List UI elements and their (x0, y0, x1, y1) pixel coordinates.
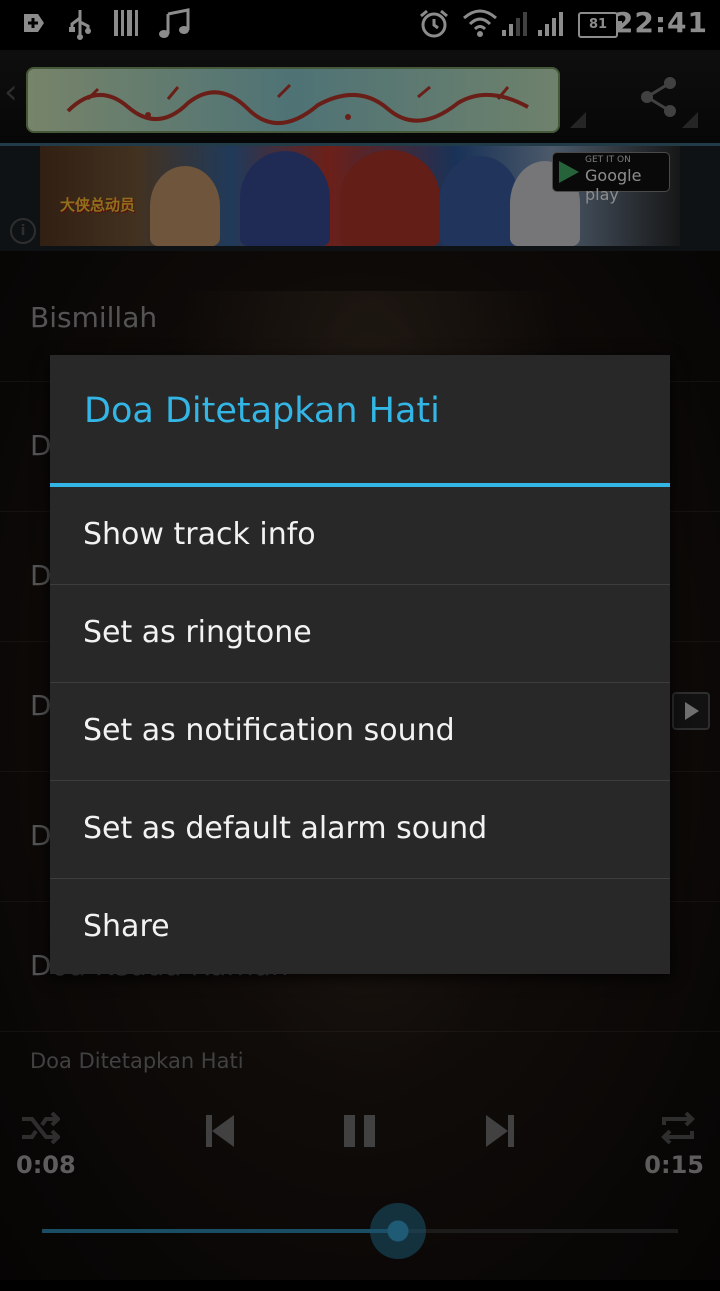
menu-item-label: Set as ringtone (83, 615, 312, 650)
menu-item-show-track-info[interactable]: Show track info (50, 487, 670, 585)
menu-item-label: Set as notification sound (83, 713, 455, 748)
menu-item-label: Set as default alarm sound (83, 811, 488, 846)
menu-item-label: Show track info (83, 517, 316, 552)
menu-item-label: Share (83, 909, 170, 944)
menu-item-share[interactable]: Share (50, 879, 670, 976)
menu-item-set-alarm[interactable]: Set as default alarm sound (50, 781, 670, 879)
menu-item-set-notification[interactable]: Set as notification sound (50, 683, 670, 781)
dialog-title: Doa Ditetapkan Hati (84, 391, 440, 431)
menu-item-set-ringtone[interactable]: Set as ringtone (50, 585, 670, 683)
context-menu-dialog: Doa Ditetapkan Hati Show track info Set … (50, 355, 670, 974)
